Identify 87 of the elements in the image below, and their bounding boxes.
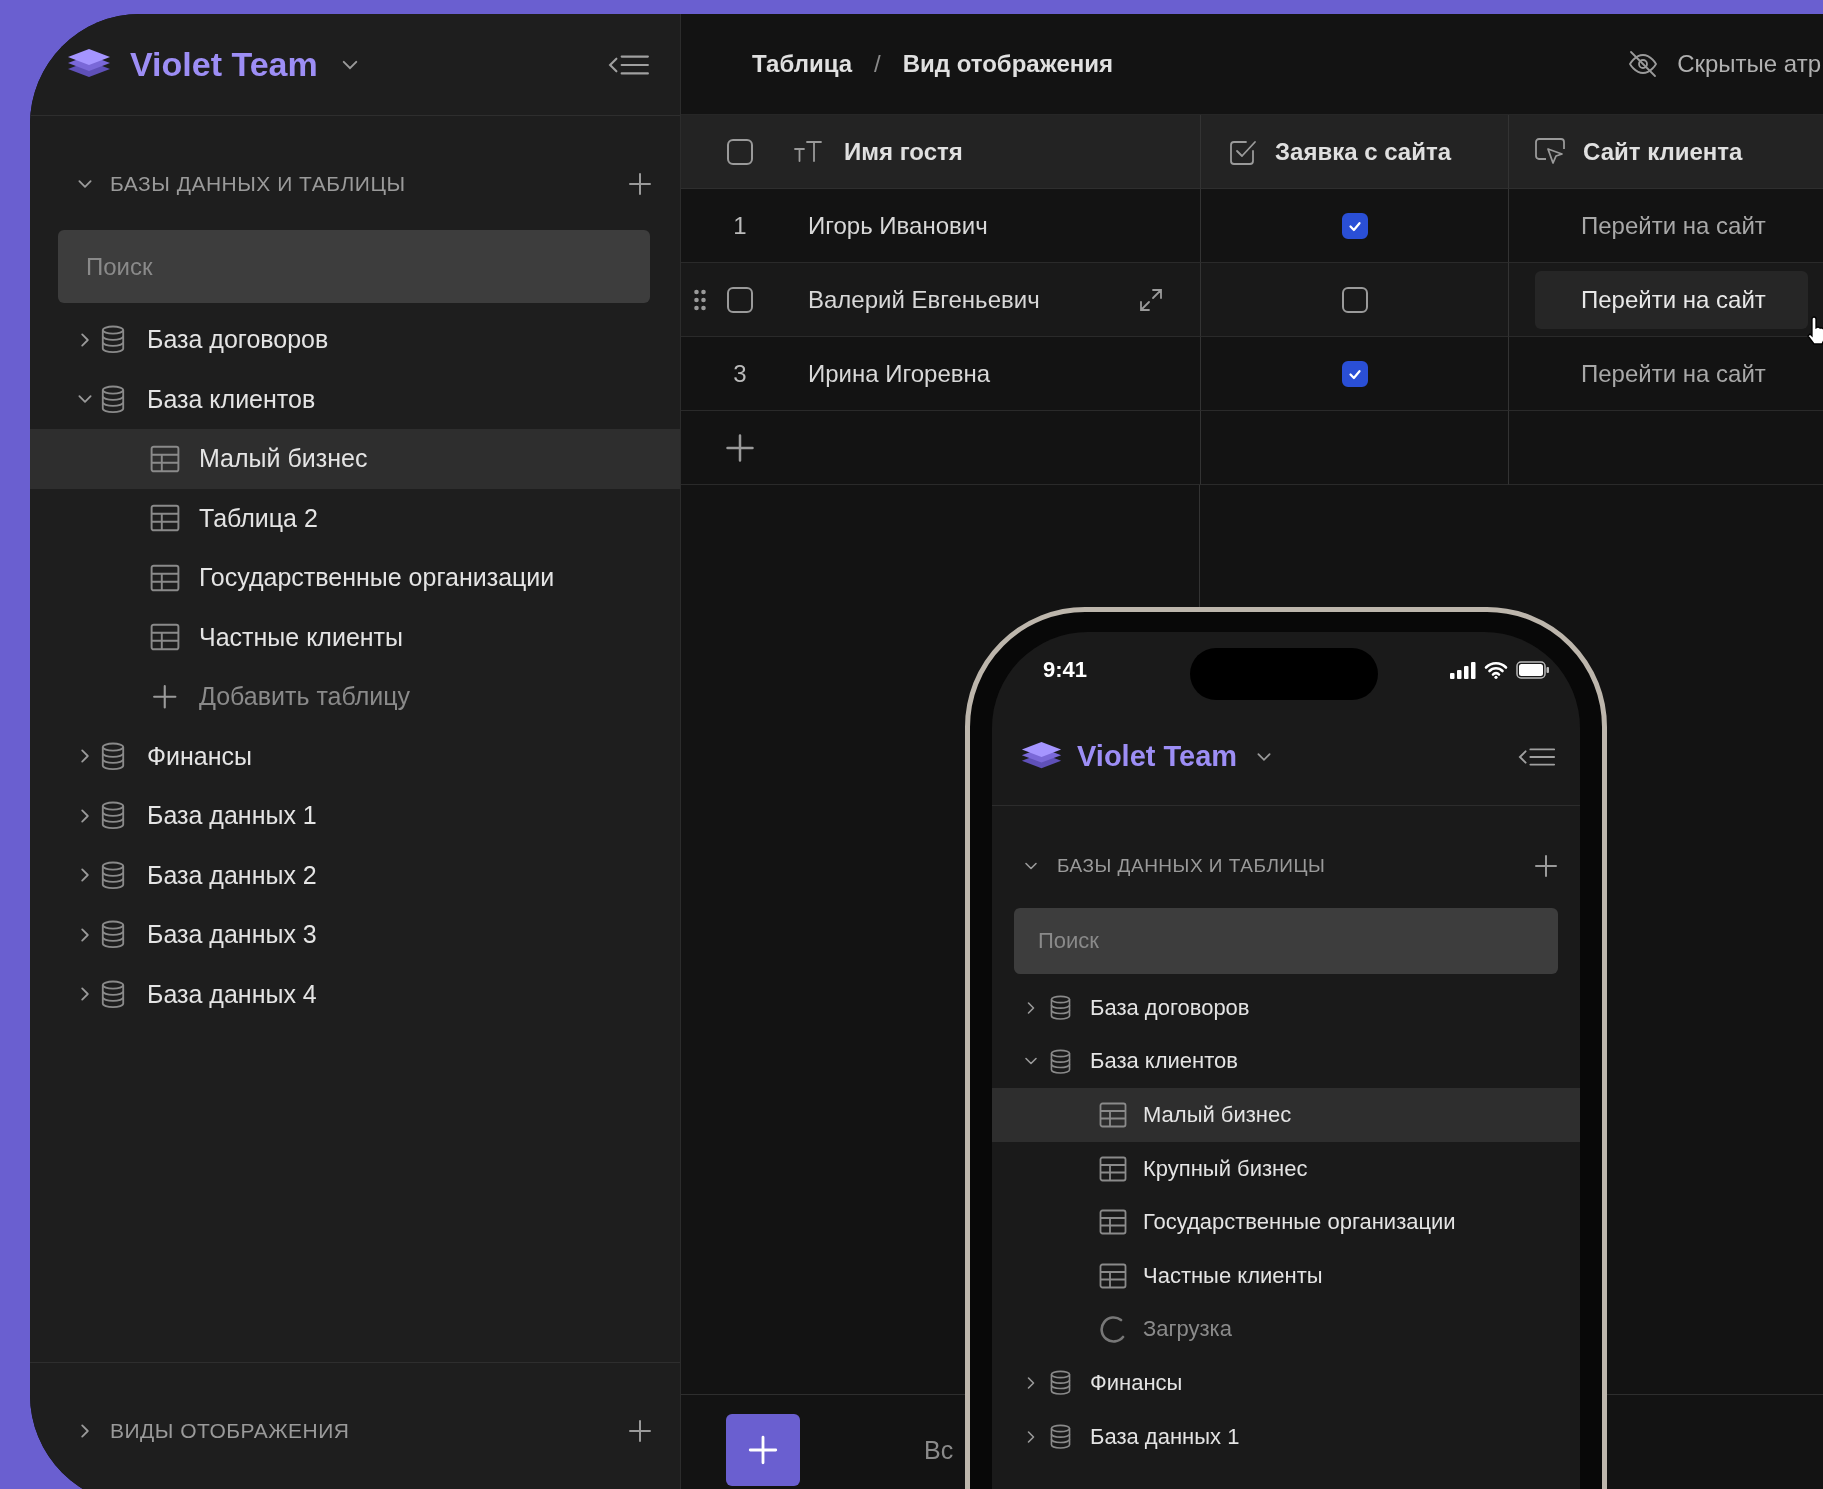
drag-handle-icon[interactable] xyxy=(693,288,707,311)
tree-item[interactable]: Частные клиенты xyxy=(992,1248,1580,1303)
tree-item[interactable]: Крупный бизнес xyxy=(992,1141,1580,1196)
tree-item[interactable]: Государственные организации xyxy=(30,548,680,608)
checkbox[interactable] xyxy=(1341,360,1368,387)
eye-off-icon[interactable] xyxy=(1627,48,1660,80)
tree-item[interactable]: Загрузка xyxy=(992,1302,1580,1357)
tree-item[interactable]: База договоров xyxy=(992,981,1580,1035)
workspace-name[interactable]: Violet Team xyxy=(130,45,318,84)
cursor-click-icon xyxy=(1534,136,1566,167)
breadcrumb-separator: / xyxy=(874,50,881,78)
link-button[interactable]: Перейти на сайт xyxy=(1535,270,1808,329)
section-title: БАЗЫ ДАННЫХ И ТАБЛИЦЫ xyxy=(110,172,406,196)
tree-item[interactable]: Малый бизнес xyxy=(30,429,680,489)
tree-item[interactable]: База данных 3 xyxy=(30,905,680,965)
table-cell: Ирина Игоревна xyxy=(808,359,991,388)
table-icon xyxy=(150,503,180,534)
workspace-name[interactable]: Violet Team xyxy=(1077,740,1238,773)
tree-item[interactable]: База данных 1 xyxy=(992,1409,1580,1464)
tree-item[interactable]: База клиентов xyxy=(992,1034,1580,1089)
search-field[interactable]: Поиск xyxy=(58,230,650,303)
collapse-sidebar-icon[interactable] xyxy=(1518,745,1556,768)
tree-item[interactable]: База данных 2 xyxy=(30,845,680,905)
tree-item[interactable]: Добавить таблицу xyxy=(30,667,680,727)
breadcrumb-link[interactable]: Таблица xyxy=(752,50,853,78)
search-field[interactable]: Поиск xyxy=(1014,908,1558,974)
database-icon xyxy=(100,801,126,831)
table-cell: Игорь Иванович xyxy=(808,211,988,240)
tree-item[interactable]: Государственные организации xyxy=(992,1195,1580,1249)
tree-item[interactable]: Финансы xyxy=(30,726,680,786)
checkbox[interactable] xyxy=(1341,212,1368,239)
database-icon xyxy=(100,741,126,771)
select-all-checkbox[interactable] xyxy=(727,138,753,165)
empty-cell[interactable] xyxy=(1200,411,1508,485)
tree-item[interactable]: Малый бизнес xyxy=(992,1088,1580,1142)
tree-item[interactable]: Таблица 2 xyxy=(30,488,680,548)
table-icon xyxy=(1099,1154,1127,1183)
database-icon xyxy=(1049,1370,1072,1396)
database-icon xyxy=(100,920,126,950)
database-icon xyxy=(1049,1048,1072,1075)
table-link[interactable]: Перейти на сайт xyxy=(1581,359,1766,388)
battery-icon xyxy=(1516,661,1550,679)
plus-icon[interactable] xyxy=(628,1419,652,1443)
breadcrumb-link[interactable]: Вид отображения xyxy=(902,50,1113,78)
filter-label[interactable]: Вс xyxy=(924,1435,954,1465)
column-header[interactable]: Имя гостя xyxy=(844,137,963,166)
table-icon xyxy=(1099,1261,1127,1290)
empty-cell[interactable] xyxy=(1508,411,1823,485)
database-icon xyxy=(100,979,126,1009)
status-time: 9:41 xyxy=(1043,657,1088,683)
table-link[interactable]: Перейти на сайт xyxy=(1581,211,1766,240)
plus-icon[interactable] xyxy=(725,432,755,463)
tree-item[interactable]: База данных 1 xyxy=(30,786,680,846)
table-icon xyxy=(150,562,180,593)
column-header[interactable]: Сайт клиента xyxy=(1583,137,1743,166)
section-title: ВИДЫ ОТОБРАЖЕНИЯ xyxy=(110,1419,350,1443)
table-icon xyxy=(150,443,180,474)
plus-icon[interactable] xyxy=(152,684,178,710)
spinner-icon xyxy=(1099,1315,1127,1344)
hand-cursor-icon xyxy=(1806,316,1823,346)
database-icon xyxy=(100,384,126,414)
tree-item[interactable]: Финансы xyxy=(992,1356,1580,1410)
signal-icon xyxy=(1450,661,1476,679)
plus-icon[interactable] xyxy=(1534,854,1558,878)
section-title: БАЗЫ ДАННЫХ И ТАБЛИЦЫ xyxy=(1057,855,1326,877)
expand-icon[interactable] xyxy=(1138,286,1164,313)
wifi-icon xyxy=(1484,661,1508,679)
table-icon xyxy=(150,622,180,653)
tree-item[interactable]: Частные клиенты xyxy=(30,607,680,667)
database-icon xyxy=(1049,995,1072,1021)
database-icon xyxy=(1049,1423,1072,1450)
table-cell: Валерий Евгеньевич xyxy=(808,285,1040,314)
table-icon xyxy=(1099,1101,1127,1129)
plus-icon xyxy=(746,1433,780,1467)
hidden-attributes-button[interactable]: Скрытые атр xyxy=(1677,50,1821,78)
tree-item[interactable]: База договоров xyxy=(30,310,680,370)
row-number: 3 xyxy=(732,359,748,388)
tree-item[interactable]: База данных 4 xyxy=(30,964,680,1024)
table-icon xyxy=(1099,1208,1127,1237)
tree-item[interactable]: База клиентов xyxy=(30,369,680,429)
checkbox[interactable] xyxy=(1341,286,1368,313)
row-checkbox[interactable] xyxy=(727,286,753,313)
row-number: 1 xyxy=(732,211,748,240)
plus-icon[interactable] xyxy=(628,172,652,196)
database-icon xyxy=(100,325,126,355)
add-button[interactable] xyxy=(726,1414,800,1486)
database-icon xyxy=(100,860,126,890)
